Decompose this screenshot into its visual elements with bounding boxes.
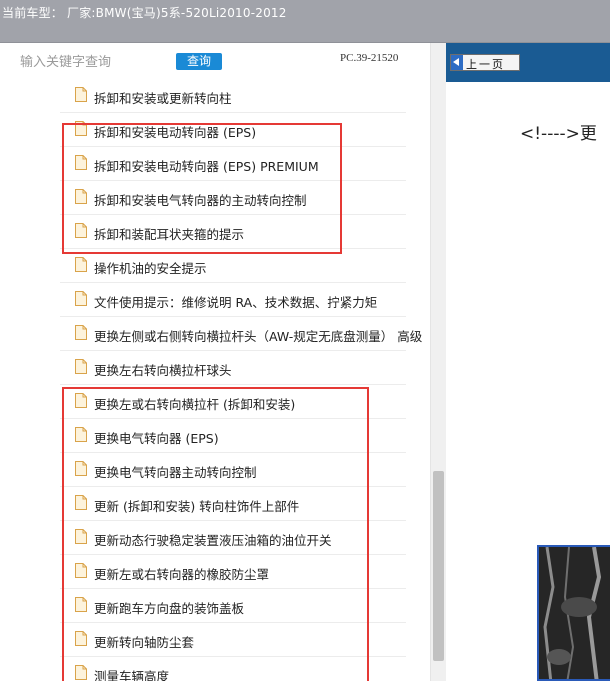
search-bar: 查询 PC.39-21520 — [0, 43, 430, 77]
list-item[interactable]: 拆卸和安装电动转向器 (EPS) PREMIUM — [0, 147, 430, 181]
document-icon — [75, 563, 87, 578]
list-item[interactable]: 更新动态行驶稳定装置液压油箱的油位开关 — [0, 521, 430, 555]
viewer-toolbar: 上一页 — [446, 43, 610, 82]
list-item[interactable]: 更换电气转向器 (EPS) — [0, 419, 430, 453]
left-panel: 查询 PC.39-21520 拆卸和安装或更新转向柱拆卸和安装电动转向器 (EP… — [0, 43, 446, 681]
document-icon — [75, 427, 87, 442]
list-item-label: 更换电气转向器主动转向控制 — [94, 465, 257, 480]
list-item[interactable]: 更新左或右转向器的橡胶防尘罩 — [0, 555, 430, 589]
list-item-label: 更新转向轴防尘套 — [94, 635, 195, 650]
list-item[interactable]: 拆卸和装配耳状夹箍的提示 — [0, 215, 430, 249]
list-item-label: 更新动态行驶稳定装置液压油箱的油位开关 — [94, 533, 332, 548]
document-icon — [75, 665, 87, 680]
list-item-label: 更换左或右转向横拉杆 (拆卸和安装) — [94, 397, 296, 412]
list-item-label: 更换左侧或右侧转向横拉杆头（AW-规定无底盘测量） 高级 — [94, 329, 423, 344]
list-item-label: 拆卸和安装或更新转向柱 — [94, 91, 232, 106]
list-item-label: 更新 (拆卸和安装) 转向柱饰件上部件 — [94, 499, 300, 514]
document-icon — [75, 631, 87, 646]
document-icon — [75, 393, 87, 408]
document-icon — [75, 529, 87, 544]
diagram-photo — [539, 547, 610, 679]
part-number: PC.39-21520 — [340, 52, 399, 64]
list-item[interactable]: 拆卸和安装电气转向器的主动转向控制 — [0, 181, 430, 215]
list-item[interactable]: 文件使用提示：维修说明 RA、技术数据、拧紧力矩 — [0, 283, 430, 317]
document-icon — [75, 461, 87, 476]
document-icon — [75, 121, 87, 136]
search-input[interactable] — [20, 52, 170, 72]
top-header: 当前车型： 厂家:BMW(宝马)5系-520Li2010-2012 — [0, 0, 610, 43]
list-item-label: 操作机油的安全提示 — [94, 261, 207, 276]
document-icon — [75, 597, 87, 612]
document-icon — [75, 87, 87, 102]
list-item-label: 更新左或右转向器的橡胶防尘罩 — [94, 567, 270, 582]
list-item-label: 拆卸和安装电动转向器 (EPS) PREMIUM — [94, 159, 319, 174]
document-viewer: 上一页 <!---->更 — [446, 43, 610, 681]
list-item-label: 拆卸和安装电气转向器的主动转向控制 — [94, 193, 307, 208]
document-icon — [75, 257, 87, 272]
viewer-content-text: <!---->更 — [520, 124, 597, 144]
arrow-left-icon — [451, 55, 463, 70]
list-item[interactable]: 拆卸和安装电动转向器 (EPS) — [0, 113, 430, 147]
list-item[interactable]: 更新跑车方向盘的装饰盖板 — [0, 589, 430, 623]
document-list: 拆卸和安装或更新转向柱拆卸和安装电动转向器 (EPS) 拆卸和安装电动转向器 (E… — [0, 79, 430, 681]
list-item-label: 拆卸和安装电动转向器 (EPS) — [94, 125, 257, 140]
list-item-label: 测量车辆高度 — [94, 669, 170, 681]
prev-page-button[interactable]: 上一页 — [450, 54, 520, 71]
current-model-title: 当前车型： 厂家:BMW(宝马)5系-520Li2010-2012 — [2, 6, 287, 20]
list-item[interactable]: 更新 (拆卸和安装) 转向柱饰件上部件 — [0, 487, 430, 521]
list-item-label: 拆卸和装配耳状夹箍的提示 — [94, 227, 245, 242]
list-item[interactable]: 更换左或右转向横拉杆 (拆卸和安装) — [0, 385, 430, 419]
document-icon — [75, 291, 87, 306]
search-button[interactable]: 查询 — [176, 53, 222, 70]
list-item[interactable]: 操作机油的安全提示 — [0, 249, 430, 283]
scrollbar-thumb[interactable] — [433, 471, 444, 661]
document-icon — [75, 189, 87, 204]
document-icon — [75, 325, 87, 340]
diagram-image[interactable] — [537, 545, 610, 681]
prev-page-label: 上一页 — [466, 58, 505, 71]
list-item-label: 更换左右转向横拉杆球头 — [94, 363, 232, 378]
list-item[interactable]: 更新转向轴防尘套 — [0, 623, 430, 657]
list-item[interactable]: 拆卸和安装或更新转向柱 — [0, 79, 430, 113]
document-icon — [75, 359, 87, 374]
list-item[interactable]: 更换电气转向器主动转向控制 — [0, 453, 430, 487]
document-icon — [75, 495, 87, 510]
list-item[interactable]: 更换左侧或右侧转向横拉杆头（AW-规定无底盘测量） 高级 — [0, 317, 430, 351]
list-item[interactable]: 测量车辆高度 — [0, 657, 430, 681]
document-icon — [75, 223, 87, 238]
list-item-label: 更换电气转向器 (EPS) — [94, 431, 219, 446]
list-item[interactable]: 更换左右转向横拉杆球头 — [0, 351, 430, 385]
list-item-label: 文件使用提示：维修说明 RA、技术数据、拧紧力矩 — [94, 295, 378, 310]
list-item-label: 更新跑车方向盘的装饰盖板 — [94, 601, 245, 616]
vertical-scrollbar[interactable] — [430, 43, 446, 681]
document-icon — [75, 155, 87, 170]
